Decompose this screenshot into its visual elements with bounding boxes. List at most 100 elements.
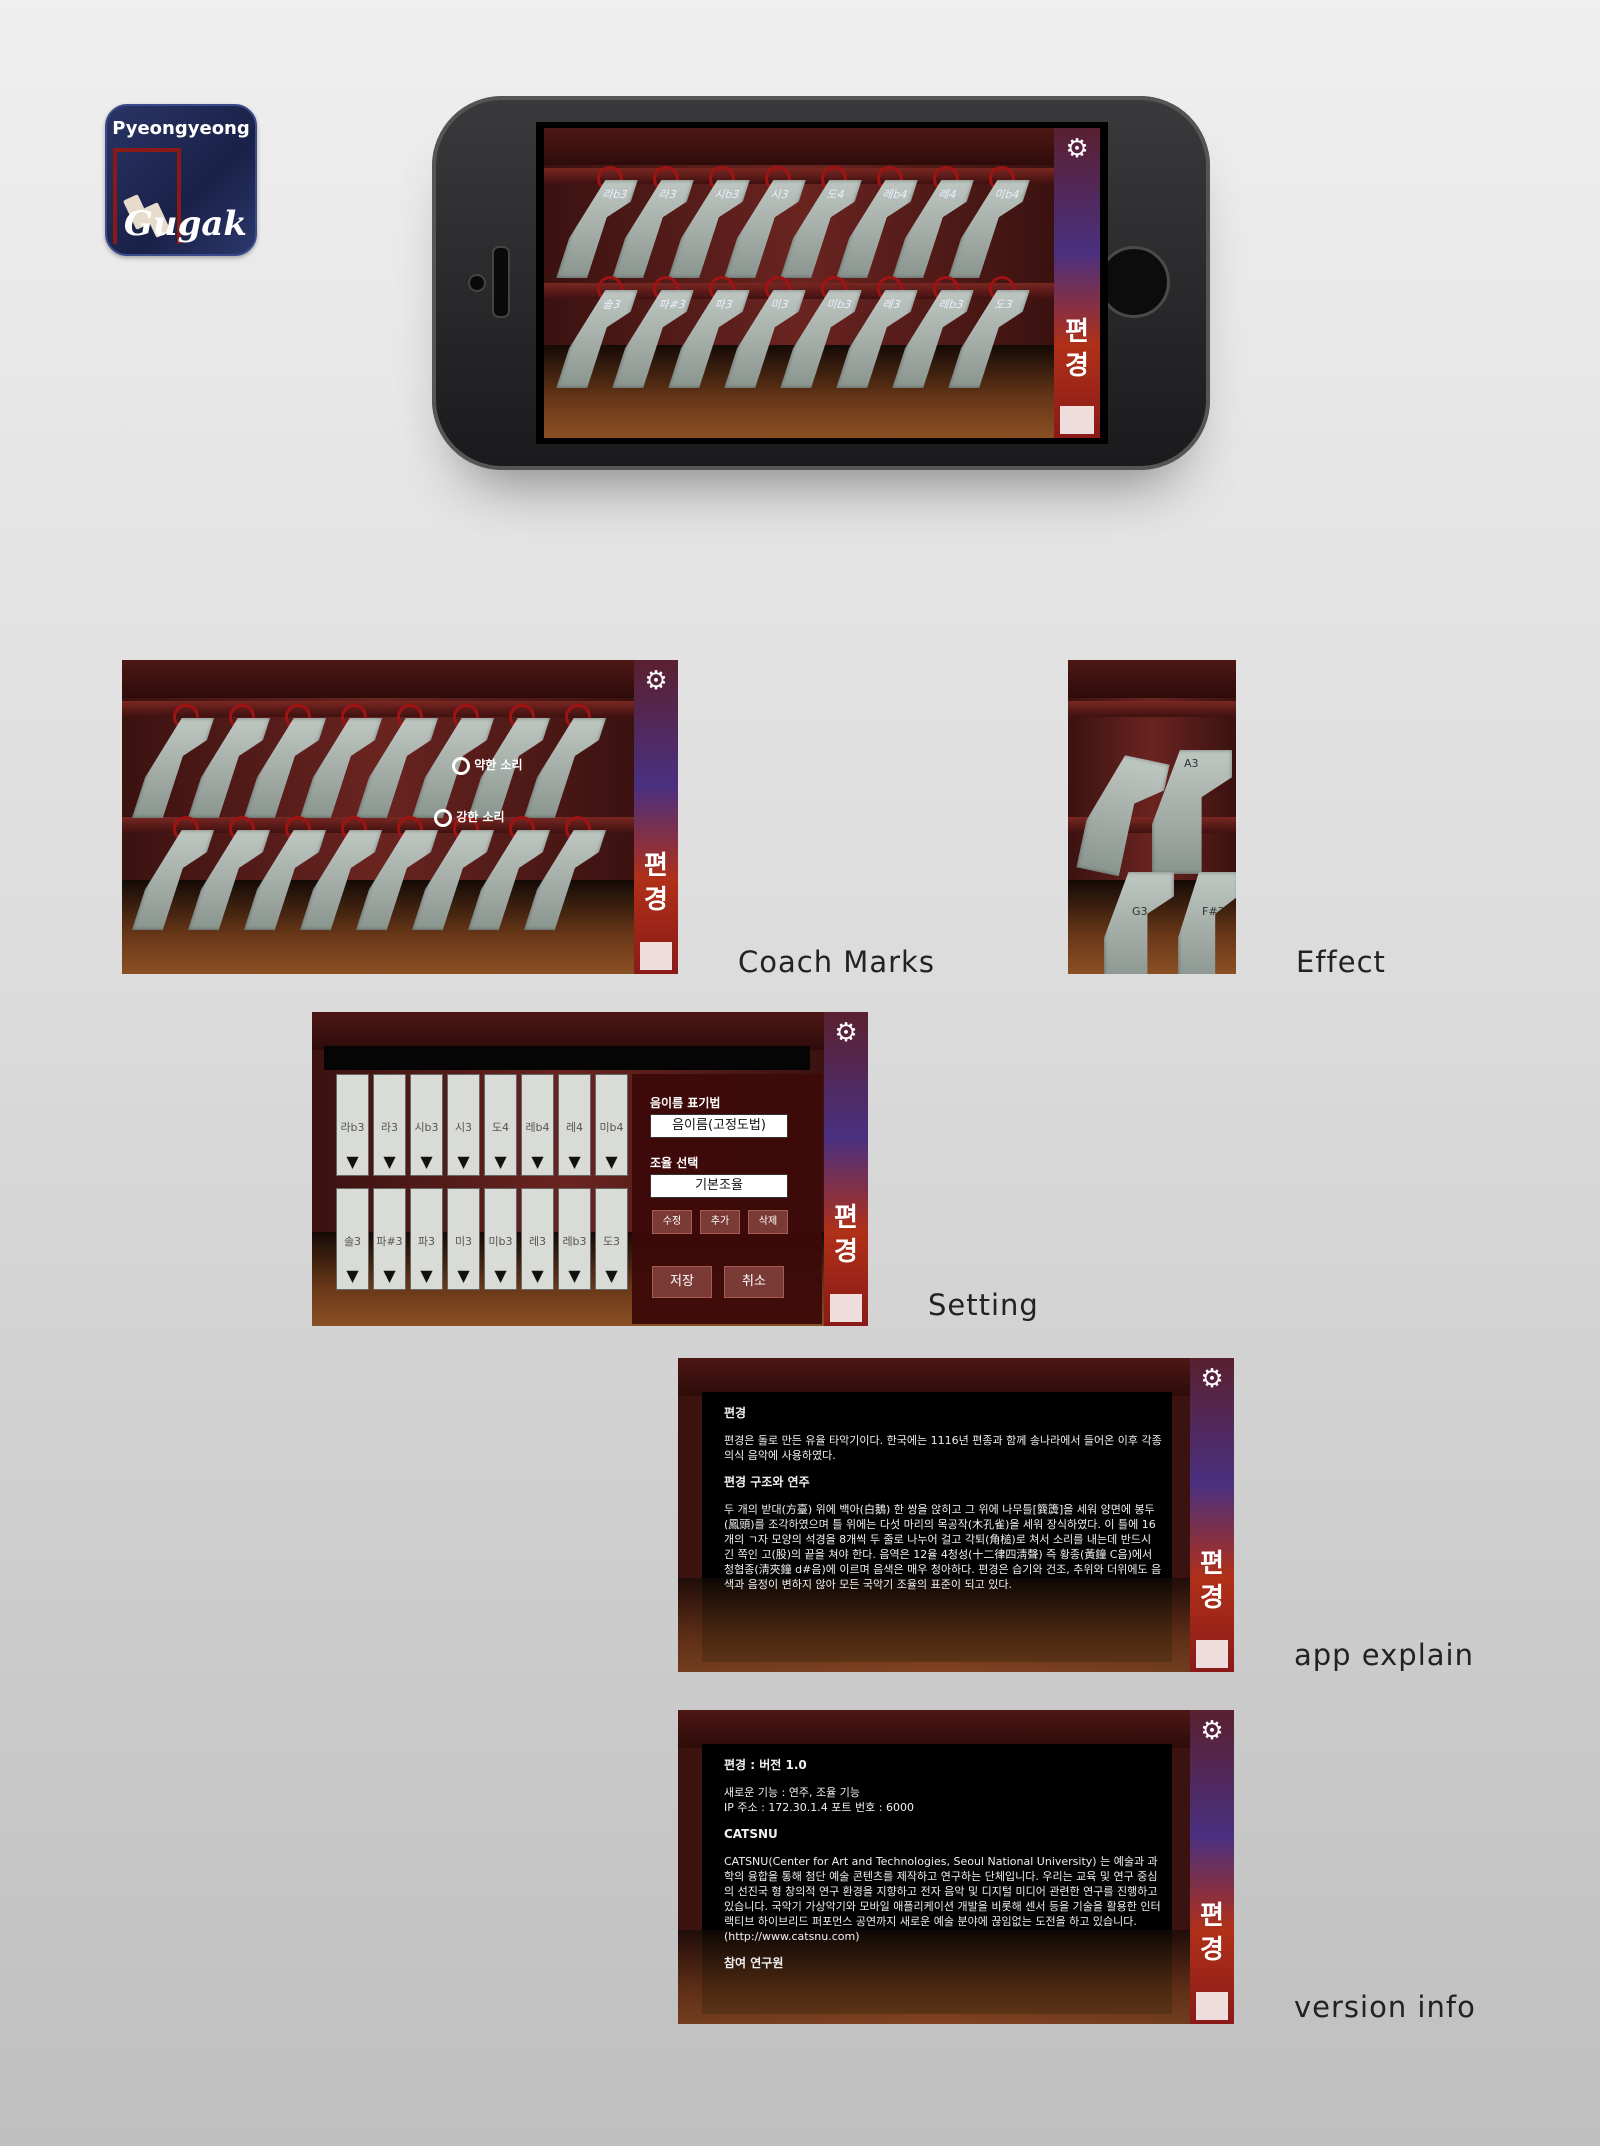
pitch-key-label: 시3 <box>454 1121 473 1134</box>
side-title-2: 경 <box>644 885 668 915</box>
settings-gear-icon[interactable]: ⚙ <box>634 666 678 696</box>
stone-label: 도3 <box>993 297 1015 311</box>
phone-home-button[interactable] <box>1098 246 1170 318</box>
pitch-key[interactable]: 파3 ▼ <box>410 1188 443 1290</box>
pitch-key[interactable]: 솔3 ▼ <box>336 1188 369 1290</box>
edit-button[interactable]: 수정 <box>652 1210 692 1234</box>
coach-mark-soft-label: 약한 소리 <box>474 758 523 772</box>
stone-label: 미b3 <box>825 297 854 311</box>
triangle-down-icon[interactable]: ▼ <box>374 1152 405 1171</box>
pitch-key-label: 시b3 <box>414 1121 439 1134</box>
pitch-key[interactable]: 시3 ▼ <box>447 1074 480 1176</box>
coach-mark-strong-label: 강한 소리 <box>456 810 505 824</box>
phone-screen: 라b3 라3 시b3 시3 도4 레b4 레4 미b4 솔3 파#3 파3 미3 미b3 레3 레b3 도3 … <box>536 122 1108 444</box>
pitch-key[interactable]: 레3 ▼ <box>521 1188 554 1290</box>
phone-speaker <box>492 246 510 318</box>
triangle-down-icon[interactable]: ▼ <box>559 1152 590 1171</box>
stone-label: G3 <box>1132 905 1148 918</box>
pitch-key-label: 레b3 <box>562 1235 587 1248</box>
triangle-down-icon[interactable]: ▼ <box>411 1152 442 1171</box>
save-button[interactable]: 저장 <box>652 1266 712 1298</box>
settings-gear-icon[interactable]: ⚙ <box>1054 134 1100 164</box>
pitch-key[interactable]: 라b3 ▼ <box>336 1074 369 1176</box>
stone-label: 파3 <box>713 297 735 311</box>
stone-label: 라3 <box>657 187 679 201</box>
side-title-1: 편 <box>644 851 668 881</box>
app-explain-screen: 편경 편경은 돌로 만든 유율 타악기이다. 한국에는 1116년 편종과 함께… <box>678 1358 1234 1672</box>
tuning-label: 조율 선택 <box>650 1156 699 1170</box>
pitch-key[interactable]: 파#3 ▼ <box>373 1188 406 1290</box>
triangle-down-icon[interactable]: ▼ <box>485 1266 516 1285</box>
side-title-1: 편 <box>1065 317 1089 347</box>
triangle-down-icon[interactable]: ▼ <box>559 1266 590 1285</box>
pitch-key-label: 도3 <box>602 1235 621 1248</box>
pitch-key-label: 파#3 <box>376 1235 403 1248</box>
stone-label: 솔3 <box>601 297 623 311</box>
side-panel: ⚙ 편 경 <box>824 1012 868 1326</box>
caption-version-info: version info <box>1294 1990 1476 2024</box>
side-logo <box>1060 406 1094 434</box>
side-title-1: 편 <box>1200 1549 1224 1579</box>
side-title-2: 경 <box>834 1237 858 1267</box>
triangle-down-icon[interactable]: ▼ <box>448 1152 479 1171</box>
triangle-down-icon[interactable]: ▼ <box>522 1152 553 1171</box>
pitch-key-label: 미3 <box>454 1235 473 1248</box>
triangle-down-icon[interactable]: ▼ <box>337 1266 368 1285</box>
delete-button[interactable]: 삭제 <box>748 1210 788 1234</box>
side-title-2: 경 <box>1200 1583 1224 1613</box>
pitch-key-label: 미b3 <box>488 1235 513 1248</box>
settings-gear-icon[interactable]: ⚙ <box>824 1018 868 1048</box>
app-icon: Pyeongyeong Gugak <box>105 104 257 256</box>
side-logo <box>830 1293 862 1322</box>
triangle-down-icon[interactable]: ▼ <box>448 1266 479 1285</box>
pitch-key[interactable]: 미b3 ▼ <box>484 1188 517 1290</box>
pitch-key[interactable]: 라3 ▼ <box>373 1074 406 1176</box>
strong-circle-icon <box>434 808 452 827</box>
pitch-key-label: 파3 <box>417 1235 436 1248</box>
side-logo <box>1196 1991 1228 2020</box>
pitch-key[interactable]: 미b4 ▼ <box>595 1074 628 1176</box>
pitch-key[interactable]: 레b4 ▼ <box>521 1074 554 1176</box>
triangle-down-icon[interactable]: ▼ <box>522 1266 553 1285</box>
stone-label: 미3 <box>769 297 791 311</box>
side-panel: ⚙ 편 경 <box>1190 1710 1234 2024</box>
pitch-key[interactable]: 도4 ▼ <box>484 1074 517 1176</box>
pitch-key[interactable]: 도3 ▼ <box>595 1188 628 1290</box>
settings-gear-icon[interactable]: ⚙ <box>1190 1364 1234 1394</box>
triangle-down-icon[interactable]: ▼ <box>596 1152 627 1171</box>
pitch-key[interactable]: 시b3 ▼ <box>410 1074 443 1176</box>
notation-label: 음이름 표기법 <box>650 1096 721 1110</box>
tuning-select[interactable]: 기본조율 <box>650 1174 788 1198</box>
pitch-key[interactable]: 미3 ▼ <box>447 1188 480 1290</box>
coach-mark-strong: 강한 소리 <box>434 808 505 827</box>
app-icon-name: Pyeongyeong <box>112 118 250 139</box>
triangle-down-icon[interactable]: ▼ <box>485 1152 516 1171</box>
notation-select[interactable]: 음이름(고정도법) <box>650 1114 788 1138</box>
stone-label: 레b4 <box>881 187 910 201</box>
explain-heading: 편경 <box>724 1406 747 1420</box>
caption-coach-marks: Coach Marks <box>738 945 935 979</box>
settings-gear-icon[interactable]: ⚙ <box>1190 1716 1234 1746</box>
side-logo <box>1196 1639 1228 1668</box>
triangle-down-icon[interactable]: ▼ <box>596 1266 627 1285</box>
triangle-down-icon[interactable]: ▼ <box>337 1152 368 1171</box>
version-paragraph: CATSNU(Center for Art and Technologies, … <box>724 1855 1161 1928</box>
setting-screen: 라b3 ▼ 라3 ▼ 시b3 ▼ 시3 ▼ 도4 ▼ 레b4 ▼ 레4 ▼ 미b4 ▼ 솔3 ▼ 파#3 ▼ 파3 ▼ 미… <box>312 1012 868 1326</box>
side-panel: ⚙ 편 경 <box>1190 1358 1234 1672</box>
side-logo <box>640 941 672 970</box>
version-link[interactable]: (http://www.catsnu.com) <box>724 1929 1164 1944</box>
side-panel: ⚙ 편 경 <box>1054 128 1100 438</box>
pitch-key[interactable]: 레4 ▼ <box>558 1074 591 1176</box>
caption-effect: Effect <box>1296 945 1386 979</box>
stone-label: 라b3 <box>601 187 630 201</box>
cancel-button[interactable]: 취소 <box>724 1266 784 1298</box>
main-play-screen: 라b3 라3 시b3 시3 도4 레b4 레4 미b4 솔3 파#3 파3 미3 미b3 레3 레b3 도3 … <box>544 128 1100 438</box>
triangle-down-icon[interactable]: ▼ <box>374 1266 405 1285</box>
pitch-key-label: 미b4 <box>599 1121 624 1134</box>
explain-paragraph: 두 개의 받대(方臺) 위에 백아(白鵝) 한 쌍을 앉히고 그 위에 나무틀[… <box>724 1503 1162 1591</box>
stone-label: 시3 <box>769 187 791 201</box>
pitch-key[interactable]: 레b3 ▼ <box>558 1188 591 1290</box>
triangle-down-icon[interactable]: ▼ <box>411 1266 442 1285</box>
stone-label: A3 <box>1184 757 1199 771</box>
add-button[interactable]: 추가 <box>700 1210 740 1234</box>
